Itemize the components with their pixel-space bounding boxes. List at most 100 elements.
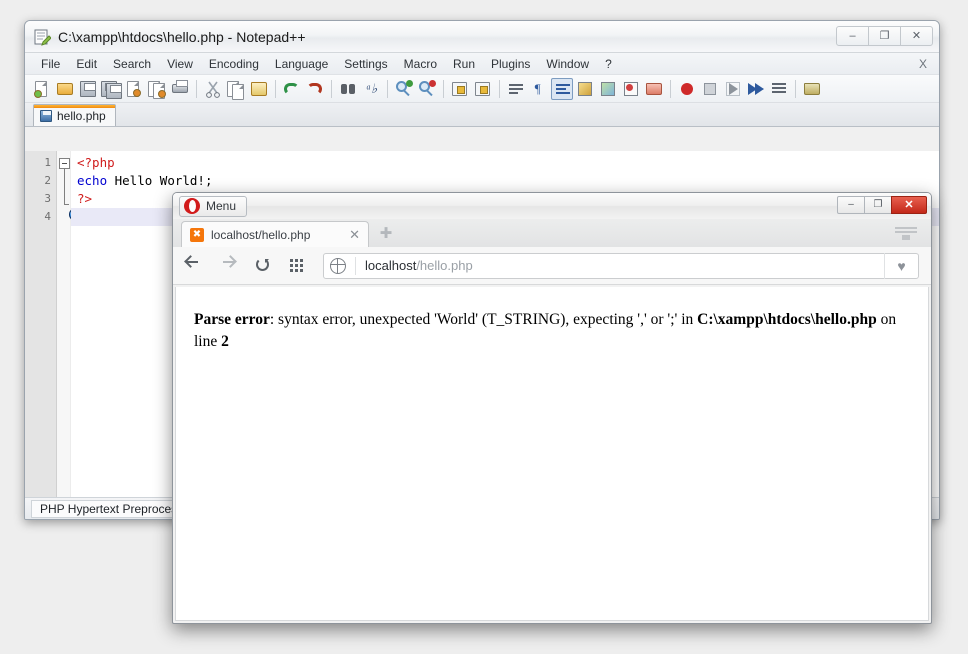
opera-titlebar[interactable]: Menu – ❐ ✕ bbox=[173, 193, 931, 219]
record-macro-icon[interactable] bbox=[676, 78, 698, 100]
sync-vertical-scroll-icon[interactable] bbox=[449, 78, 471, 100]
opera-browser-window[interactable]: Menu – ❐ ✕ ✖ localhost/hello.php ✕ ✚ loc… bbox=[172, 192, 932, 624]
paste-icon[interactable] bbox=[248, 78, 270, 100]
opera-restore-button[interactable]: ❐ bbox=[864, 196, 892, 214]
toolbar-separator bbox=[499, 80, 500, 98]
reload-icon[interactable] bbox=[253, 256, 273, 276]
document-map-icon[interactable] bbox=[597, 78, 619, 100]
new-file-icon[interactable] bbox=[31, 78, 53, 100]
menu-item-encoding[interactable]: Encoding bbox=[201, 55, 267, 73]
sync-horizontal-scroll-icon[interactable] bbox=[472, 78, 494, 100]
toolbar-separator bbox=[331, 80, 332, 98]
code-token-string: Hello World!; bbox=[107, 173, 212, 188]
forward-arrow-icon[interactable] bbox=[219, 256, 239, 276]
notepad-window-controls[interactable]: – ❐ ✕ bbox=[837, 26, 933, 46]
editor-tab-hello-php[interactable]: hello.php bbox=[33, 104, 116, 126]
heart-icon[interactable]: ♥ bbox=[884, 253, 918, 279]
close-all-icon[interactable] bbox=[146, 78, 168, 100]
line-number: 1 bbox=[25, 154, 56, 172]
fold-line-end bbox=[64, 204, 69, 205]
error-body: : syntax error, unexpected 'World' (T_ST… bbox=[270, 311, 697, 328]
menu-item-view[interactable]: View bbox=[159, 55, 201, 73]
notepad-toolbar[interactable]: ᵃ♭ ¶ bbox=[25, 75, 939, 103]
close-file-icon[interactable] bbox=[123, 78, 145, 100]
word-wrap-icon[interactable] bbox=[505, 78, 527, 100]
menu-item-help[interactable]: ? bbox=[597, 55, 620, 73]
notepad-minimize-button[interactable]: – bbox=[836, 26, 869, 46]
browser-page-content: Parse error: syntax error, unexpected 'W… bbox=[175, 287, 929, 621]
menu-item-macro[interactable]: Macro bbox=[396, 55, 445, 73]
undo-icon[interactable] bbox=[281, 78, 303, 100]
line-number: 4 bbox=[25, 208, 56, 226]
open-file-icon[interactable] bbox=[54, 78, 76, 100]
fold-line bbox=[64, 169, 65, 205]
indent-guide-icon[interactable] bbox=[551, 78, 573, 100]
opera-menu-button[interactable]: Menu bbox=[179, 196, 247, 217]
line-number: 3 bbox=[25, 190, 56, 208]
save-icon[interactable] bbox=[77, 78, 99, 100]
notepad-close-button[interactable]: ✕ bbox=[900, 26, 933, 46]
folder-as-workspace-icon[interactable] bbox=[643, 78, 665, 100]
run-macro-multiple-icon[interactable] bbox=[745, 78, 767, 100]
address-bar[interactable]: localhost/hello.php ♥ bbox=[323, 253, 919, 279]
menu-item-file[interactable]: File bbox=[33, 55, 68, 73]
back-arrow-icon[interactable] bbox=[185, 256, 205, 276]
menu-item-settings[interactable]: Settings bbox=[336, 55, 395, 73]
menu-item-plugins[interactable]: Plugins bbox=[483, 55, 538, 73]
address-bar-text[interactable]: localhost/hello.php bbox=[365, 258, 473, 273]
menu-item-search[interactable]: Search bbox=[105, 55, 159, 73]
stop-recording-icon[interactable] bbox=[699, 78, 721, 100]
save-all-icon[interactable] bbox=[100, 78, 122, 100]
line-number-gutter: 1 2 3 4 bbox=[25, 151, 57, 497]
run-icon[interactable] bbox=[801, 78, 823, 100]
save-macro-icon[interactable] bbox=[768, 78, 790, 100]
menu-item-language[interactable]: Language bbox=[267, 55, 336, 73]
new-tab-button[interactable]: ✚ bbox=[375, 223, 397, 243]
redo-icon[interactable] bbox=[304, 78, 326, 100]
sidebar-panel-icon[interactable] bbox=[895, 227, 917, 243]
fold-collapse-icon[interactable] bbox=[59, 158, 70, 169]
find-icon[interactable] bbox=[337, 78, 359, 100]
error-prefix: Parse error bbox=[194, 311, 270, 328]
menu-item-run[interactable]: Run bbox=[445, 55, 483, 73]
opera-close-button[interactable]: ✕ bbox=[891, 196, 927, 214]
fold-margin[interactable] bbox=[57, 151, 71, 497]
show-all-characters-icon[interactable]: ¶ bbox=[528, 78, 550, 100]
opera-logo-icon bbox=[184, 198, 200, 214]
address-path: /hello.php bbox=[416, 258, 472, 273]
zoom-out-icon[interactable] bbox=[416, 78, 438, 100]
notepad-restore-button[interactable]: ❐ bbox=[868, 26, 901, 46]
menu-item-edit[interactable]: Edit bbox=[68, 55, 105, 73]
code-line-1: <?php bbox=[71, 154, 939, 172]
toolbar-separator bbox=[275, 80, 276, 98]
notepad-titlebar[interactable]: C:\xampp\htdocs\hello.php - Notepad++ – … bbox=[25, 21, 939, 53]
close-icon[interactable]: ✕ bbox=[347, 228, 362, 241]
notepad-menubar[interactable]: File Edit Search View Encoding Language … bbox=[25, 53, 939, 75]
menu-item-window[interactable]: Window bbox=[538, 55, 597, 73]
opera-window-controls[interactable]: – ❐ ✕ bbox=[838, 196, 927, 214]
saved-file-icon bbox=[40, 110, 52, 122]
play-macro-icon[interactable] bbox=[722, 78, 744, 100]
opera-navigation-bar[interactable]: localhost/hello.php ♥ bbox=[173, 247, 931, 285]
notepad-title-text: C:\xampp\htdocs\hello.php - Notepad++ bbox=[58, 29, 306, 45]
notepad-document-icon bbox=[33, 28, 51, 46]
error-file-path: C:\xampp\htdocs\hello.php bbox=[697, 311, 877, 328]
opera-tab-strip[interactable]: ✖ localhost/hello.php ✕ ✚ bbox=[173, 219, 931, 247]
function-list-icon[interactable] bbox=[620, 78, 642, 100]
line-number: 2 bbox=[25, 172, 56, 190]
opera-minimize-button[interactable]: – bbox=[837, 196, 865, 214]
browser-tab-localhost[interactable]: ✖ localhost/hello.php ✕ bbox=[181, 221, 369, 247]
close-document-button[interactable]: X bbox=[919, 57, 927, 71]
print-icon[interactable] bbox=[169, 78, 191, 100]
notepad-tabbar[interactable]: hello.php bbox=[25, 103, 939, 127]
replace-icon[interactable]: ᵃ♭ bbox=[360, 78, 382, 100]
code-token-echo: echo bbox=[77, 173, 107, 188]
user-language-icon[interactable] bbox=[574, 78, 596, 100]
code-token-php-open: <?php bbox=[77, 155, 115, 170]
zoom-in-icon[interactable] bbox=[393, 78, 415, 100]
copy-icon[interactable] bbox=[225, 78, 247, 100]
code-token-php-close: ?> bbox=[77, 191, 92, 206]
speed-dial-grid-icon[interactable] bbox=[287, 256, 307, 276]
opera-menu-label: Menu bbox=[206, 199, 236, 213]
cut-icon[interactable] bbox=[202, 78, 224, 100]
